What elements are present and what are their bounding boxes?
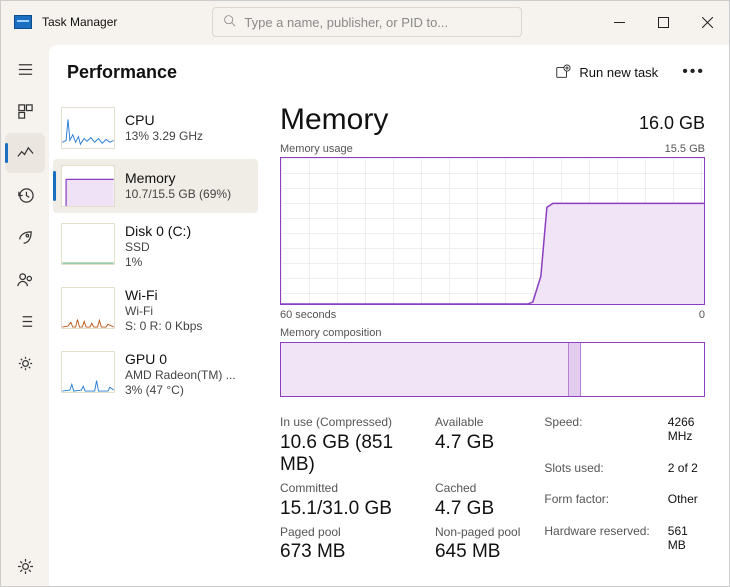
nav-history[interactable] [5, 175, 45, 215]
disk-thumb [61, 223, 115, 265]
hwres-value: 561 MB [668, 524, 705, 564]
nav-services[interactable] [5, 343, 45, 383]
search-icon [223, 14, 236, 30]
inuse-value: 10.6 GB (851 MB) [280, 432, 407, 478]
form-value: Other [668, 492, 705, 518]
sidebar-item-memory[interactable]: Memory10.7/15.5 GB (69%) [53, 159, 258, 213]
minimize-button[interactable] [597, 5, 641, 39]
available-value: 4.7 GB [435, 432, 520, 455]
sidebar-item-disk[interactable]: Disk 0 (C:)SSD1% [53, 217, 258, 277]
title-bar: Task Manager Type a name, publisher, or … [1, 1, 729, 43]
search-placeholder: Type a name, publisher, or PID to... [244, 15, 448, 30]
memory-usage-chart [280, 157, 705, 305]
inuse-label: In use (Compressed) [280, 415, 407, 431]
slots-label: Slots used: [544, 461, 649, 487]
run-task-label: Run new task [579, 65, 658, 80]
detail-title: Memory [280, 103, 388, 137]
maximize-button[interactable] [641, 5, 685, 39]
nav-users[interactable] [5, 259, 45, 299]
speed-label: Speed: [544, 415, 649, 455]
committed-value: 15.1/31.0 GB [280, 498, 407, 521]
memory-total: 16.0 GB [639, 113, 705, 134]
app-icon [14, 15, 32, 29]
pagedpool-label: Paged pool [280, 525, 407, 541]
nav-details[interactable] [5, 301, 45, 341]
speed-value: 4266 MHz [668, 415, 705, 455]
sidebar-item-cpu[interactable]: CPU13% 3.29 GHz [53, 101, 258, 155]
composition-label: Memory composition [280, 327, 705, 339]
nav-rail [1, 43, 49, 586]
usage-label: Memory usage [280, 143, 353, 155]
wifi-thumb [61, 287, 115, 329]
hamburger-button[interactable] [5, 49, 45, 89]
run-new-task-button[interactable]: Run new task [547, 58, 666, 86]
memory-composition-chart [280, 342, 705, 397]
more-options-button[interactable]: ••• [676, 59, 711, 85]
cached-label: Cached [435, 481, 520, 497]
usage-max: 15.5 GB [665, 143, 705, 155]
memory-thumb [61, 165, 115, 207]
close-button[interactable] [685, 5, 729, 39]
nonpagedpool-label: Non-paged pool [435, 525, 520, 541]
run-task-icon [555, 64, 571, 80]
cached-value: 4.7 GB [435, 498, 520, 521]
nav-performance[interactable] [5, 133, 45, 173]
search-box[interactable]: Type a name, publisher, or PID to... [212, 7, 522, 37]
x-axis-left: 60 seconds [280, 309, 336, 321]
sidebar-item-wifi[interactable]: Wi-FiWi-FiS: 0 R: 0 Kbps [53, 281, 258, 341]
gpu-thumb [61, 351, 115, 393]
pagedpool-value: 673 MB [280, 541, 407, 564]
hwres-label: Hardware reserved: [544, 524, 649, 564]
committed-label: Committed [280, 481, 407, 497]
nav-settings[interactable] [5, 546, 45, 586]
perf-sidebar: CPU13% 3.29 GHz Memory10.7/15.5 GB (69%)… [49, 99, 262, 586]
slots-value: 2 of 2 [668, 461, 705, 487]
sidebar-item-gpu[interactable]: GPU 0AMD Radeon(TM) ...3% (47 °C) [53, 345, 258, 405]
form-label: Form factor: [544, 492, 649, 518]
page-title: Performance [67, 62, 177, 83]
detail-pane: Memory 16.0 GB Memory usage 15.5 GB 60 s… [262, 99, 729, 586]
available-label: Available [435, 415, 520, 431]
x-axis-right: 0 [699, 309, 705, 321]
cpu-thumb [61, 107, 115, 149]
window-title: Task Manager [42, 15, 117, 29]
nav-startup[interactable] [5, 217, 45, 257]
nav-processes[interactable] [5, 91, 45, 131]
nonpagedpool-value: 645 MB [435, 541, 520, 564]
